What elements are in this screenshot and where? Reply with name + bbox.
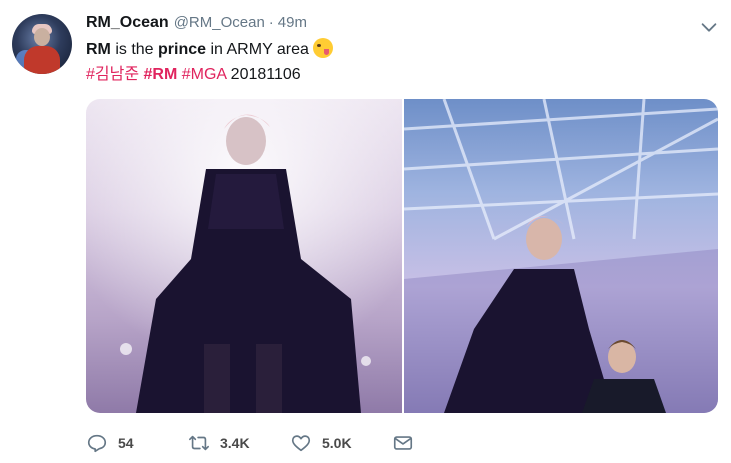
avatar-face (34, 28, 50, 46)
date-text: 20181106 (230, 66, 301, 83)
media-grid (86, 99, 718, 413)
photo-left[interactable] (86, 99, 402, 413)
like-button[interactable]: 5.0K (290, 432, 392, 454)
tongue-wink-emoji (312, 38, 333, 58)
hashtag-kimnamjoon[interactable]: #김남준 (86, 66, 139, 83)
reply-count: 54 (118, 435, 134, 451)
tweet-header: RM_Ocean @RM_Ocean · 49m (86, 14, 307, 36)
separator-dot: · (268, 14, 274, 31)
tweet-actions: 54 3.4K 5.0K (86, 430, 494, 456)
reply-icon (87, 434, 107, 453)
photo-right[interactable] (404, 99, 718, 413)
envelope-icon (393, 436, 413, 450)
message-button[interactable] (392, 432, 494, 454)
tweet-text: RM is the prince in ARMY area (86, 38, 333, 61)
photo-right-illustration (404, 99, 718, 413)
retweet-count: 3.4K (220, 435, 250, 451)
timestamp[interactable]: 49m (278, 14, 307, 31)
hashtag-rm[interactable]: #RM (144, 66, 178, 83)
hashtag-mga[interactable]: #MGA (182, 66, 226, 83)
retweet-icon (189, 435, 209, 451)
photo-left-illustration (86, 99, 402, 413)
avatar[interactable] (12, 14, 72, 74)
text-is-the: is the (110, 41, 159, 58)
hashtag-line: #김남준 #RM #MGA 20181106 (86, 64, 301, 86)
text-prince: prince (158, 41, 207, 58)
text-rm: RM (86, 41, 111, 58)
user-handle[interactable]: @RM_Ocean (174, 14, 265, 31)
heart-icon (291, 435, 311, 452)
avatar-body (24, 46, 60, 74)
tweet-card[interactable]: RM_Ocean @RM_Ocean · 49m RM is the princ… (0, 0, 731, 463)
display-name[interactable]: RM_Ocean (86, 14, 169, 32)
chevron-down-icon[interactable] (698, 16, 720, 38)
reply-button[interactable]: 54 (86, 432, 188, 454)
like-count: 5.0K (322, 435, 352, 451)
text-in-army-area: in ARMY area (206, 41, 309, 58)
retweet-button[interactable]: 3.4K (188, 432, 290, 454)
